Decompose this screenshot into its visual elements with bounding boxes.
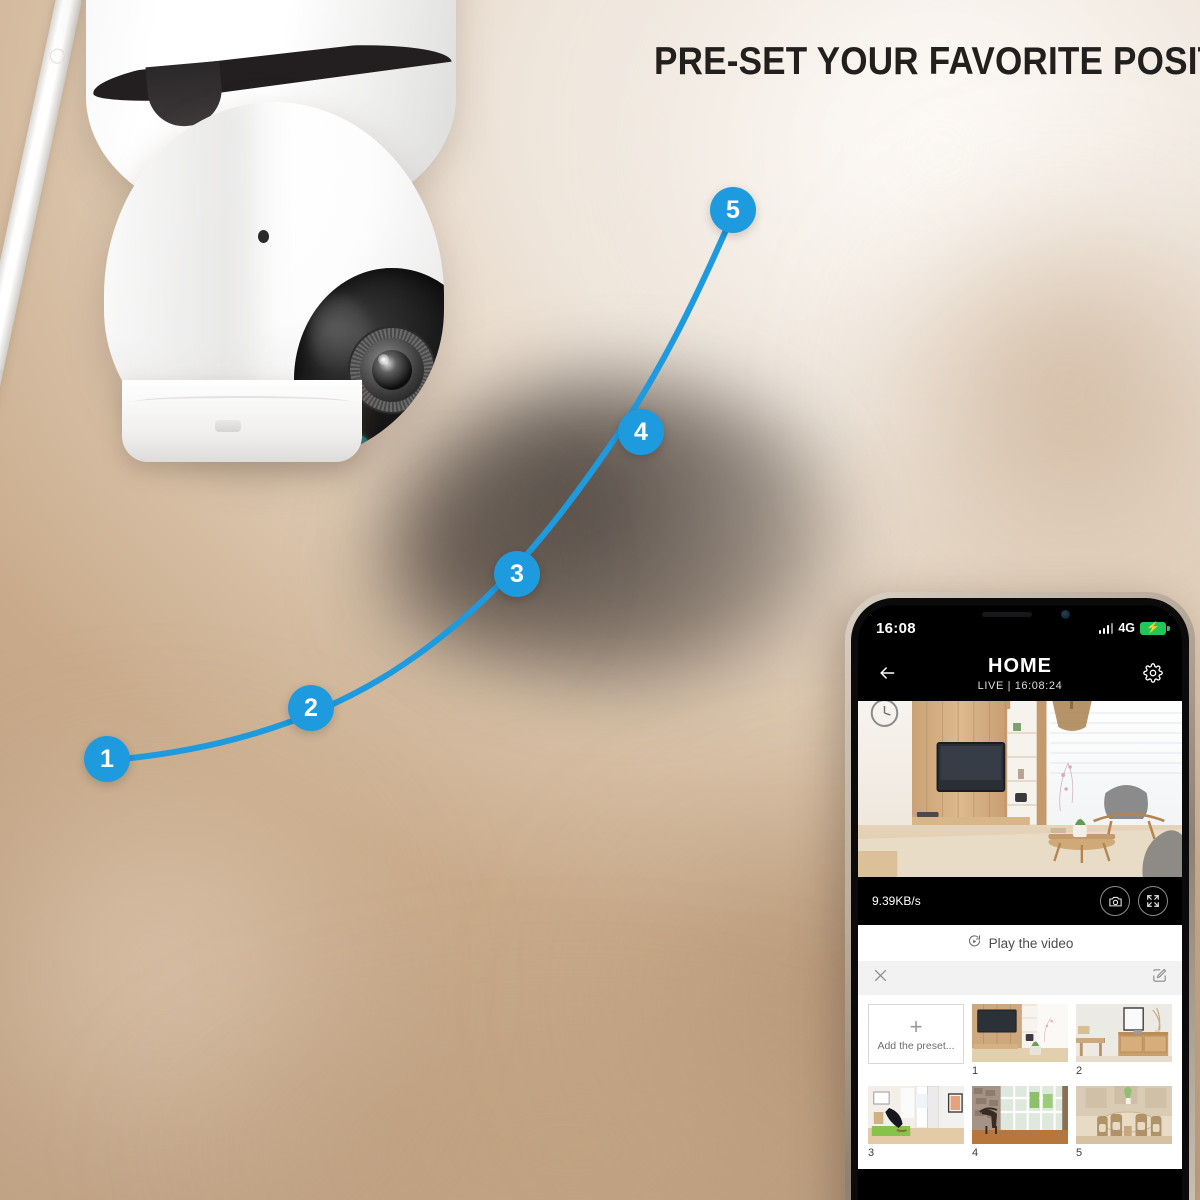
preset-toolbar [858,961,1182,995]
bitrate-label: 9.39KB/s [872,894,921,908]
add-preset-cell[interactable]: + Add the preset... . [868,1004,964,1079]
preset-label: 5 [1076,1147,1083,1159]
app-header: HOME LIVE | 16:08:24 [858,645,1182,701]
preset-marker-2[interactable]: 2 [288,685,334,731]
list-item[interactable]: 1 [972,1004,1068,1079]
stream-control-bar: 9.39KB/s [858,877,1182,925]
earpiece-speaker [982,612,1032,617]
preset-grid: + Add the preset... . [858,995,1182,1169]
stream-buttons [1092,886,1168,916]
preset-thumbnail-1[interactable] [972,1004,1068,1062]
preset-label: 1 [972,1065,979,1077]
status-time: 16:08 [876,619,916,637]
play-video-label: Play the video [988,935,1074,951]
preset-marker-5[interactable]: 5 [710,187,756,233]
preset-marker-label: 2 [304,693,318,722]
preset-thumbnail-2[interactable] [1076,1004,1172,1062]
camera-base-notch [215,420,241,432]
preset-marker-label: 5 [726,195,740,224]
preset-marker-label: 1 [100,744,114,773]
list-item[interactable]: 4 [972,1086,1068,1159]
preset-label: 3 [868,1147,875,1159]
plus-icon: + [909,1014,923,1039]
close-x-icon[interactable] [872,967,889,989]
live-camera-feed[interactable] [858,701,1182,877]
gear-icon[interactable] [1138,658,1168,688]
add-preset-button[interactable]: + Add the preset... [868,1004,964,1064]
app-live-timestamp: LIVE | 16:08:24 [977,679,1063,692]
list-item[interactable]: 3 [868,1086,964,1159]
network-type-label: 4G [1118,621,1135,635]
preset-marker-label: 4 [634,417,648,446]
preset-marker-4[interactable]: 4 [618,409,664,455]
play-video-button[interactable]: Play the video [858,925,1182,961]
back-arrow-icon[interactable] [872,658,902,688]
phone-frame: 16:08 4G ⚡ HOME LIVE | 16:08:24 9.39KB/s… [851,598,1189,1200]
battery-charging-icon: ⚡ [1140,621,1170,635]
app-title: HOME [988,654,1052,677]
signal-bars-icon [1098,622,1114,634]
edit-pencil-icon[interactable] [1151,967,1168,989]
add-preset-label: Add the preset... [877,1040,955,1052]
preset-thumbnail-3[interactable] [868,1086,964,1144]
status-indicators: 4G ⚡ [1098,621,1170,635]
preset-marker-3[interactable]: 3 [494,551,540,597]
app-title-block: HOME LIVE | 16:08:24 [858,655,1182,692]
preset-thumbnail-5[interactable] [1076,1086,1172,1144]
phone-notch [954,605,1086,627]
fullscreen-icon[interactable] [1138,886,1168,916]
camera-icon[interactable] [1100,886,1130,916]
list-item[interactable]: 5 [1076,1086,1172,1159]
replay-play-icon [967,934,982,952]
preset-marker-label: 3 [510,559,524,588]
phone-mockup: 16:08 4G ⚡ HOME LIVE | 16:08:24 9.39KB/s… [845,592,1195,1200]
preset-thumbnail-4[interactable] [972,1086,1068,1144]
preset-label: 2 [1076,1065,1083,1077]
front-camera-icon [1061,610,1070,619]
preset-label: 4 [972,1147,979,1159]
promo-image: PRE-SET YOUR FAVORITE POSITION [0,0,1200,1200]
preset-marker-1[interactable]: 1 [84,736,130,782]
list-item[interactable]: 2 [1076,1004,1172,1079]
phone-screen: 16:08 4G ⚡ HOME LIVE | 16:08:24 9.39KB/s… [858,605,1182,1200]
